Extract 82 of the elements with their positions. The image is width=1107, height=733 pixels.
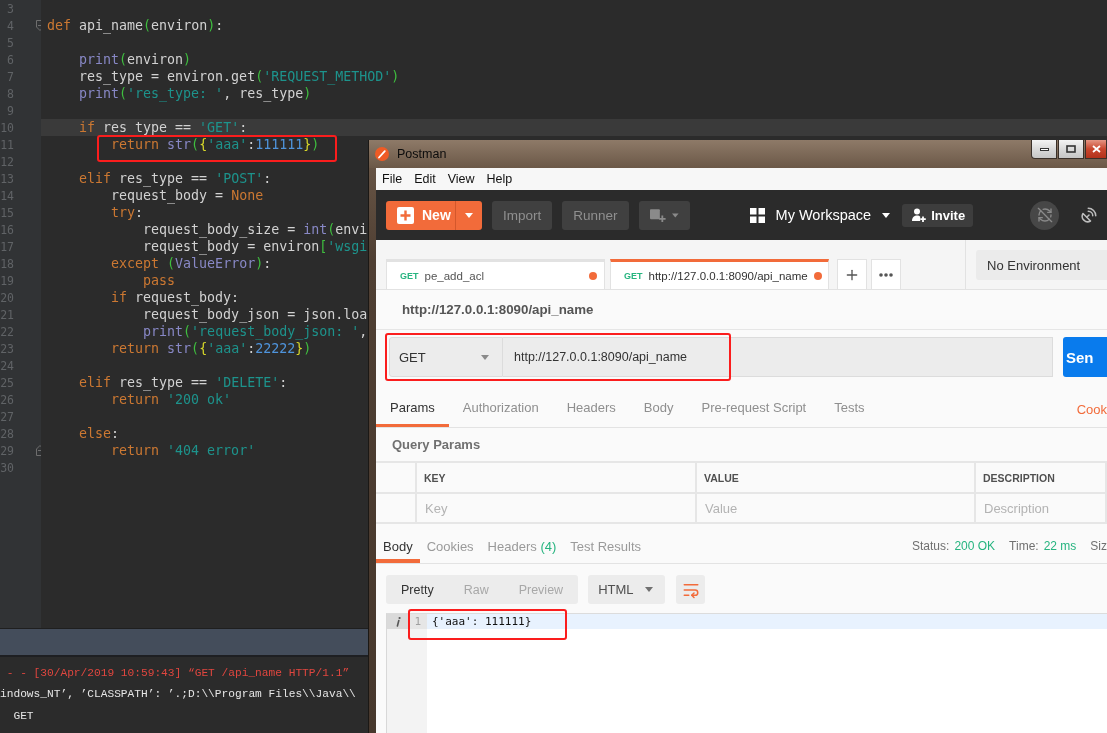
caret-icon: [671, 212, 679, 218]
console-line: - - [30/Apr/2019 10:59:43] “GET /api_name HTTP/1.1”: [6, 666, 350, 679]
key-field[interactable]: Key: [417, 494, 697, 524]
code-line: request_body_json = json.loa: [143, 307, 368, 322]
method-dropdown[interactable]: GET: [389, 337, 503, 377]
caret-icon: [645, 587, 654, 592]
code-line: request_body = environ['wsgi: [143, 239, 368, 254]
section-title: Query Params: [392, 437, 481, 452]
window-title: Postman: [397, 147, 447, 161]
caret-icon: [465, 212, 473, 218]
code-line: return str({'aaa':22222}): [111, 341, 312, 356]
maximize-icon: [1066, 145, 1076, 153]
code-line: print('request_body_json: ',: [143, 324, 368, 339]
maximize-button[interactable]: [1058, 140, 1084, 159]
menu-item[interactable]: Help: [480, 172, 519, 186]
code-line: try:: [111, 205, 144, 220]
satellite-button[interactable]: [1080, 206, 1099, 224]
more-button[interactable]: [871, 259, 901, 289]
app-logo-icon: [375, 147, 389, 161]
sync-button[interactable]: [1030, 200, 1060, 230]
view-mode-tab[interactable]: Pretty: [386, 575, 449, 604]
caret-icon: [882, 212, 891, 218]
new-dropdown-button[interactable]: [455, 200, 482, 230]
satellite-icon: [1080, 206, 1099, 224]
code-line: elif res_type == 'DELETE':: [79, 375, 288, 390]
console-line: GET: [13, 709, 34, 722]
plus-icon: [397, 206, 414, 224]
request-tab[interactable]: GET http://127.0.0.1:8090/api_name: [610, 259, 829, 289]
code-line: else:: [79, 426, 120, 441]
column-header: KEY: [417, 463, 697, 494]
workspace-switcher[interactable]: My Workspace: [749, 200, 891, 230]
send-button[interactable]: Sen: [1063, 337, 1107, 377]
request-title: http://127.0.0.1:8090/api_name: [402, 302, 594, 317]
close-button[interactable]: [1085, 140, 1107, 159]
caret-icon: [481, 354, 489, 360]
code-line: res_type = environ.get('REQUEST_METHOD'): [79, 69, 400, 84]
grid-icon: [749, 207, 765, 223]
code-line: request_body_size = int(envi: [143, 222, 368, 237]
new-tab-button[interactable]: [837, 259, 867, 289]
meta-label: Time:: [1009, 539, 1039, 553]
menu-item[interactable]: Edit: [408, 172, 442, 186]
code-line: if request_body:: [111, 290, 240, 305]
window-plus-icon: [649, 206, 666, 224]
meta-value: 200 OK: [954, 539, 996, 553]
format-dropdown[interactable]: HTML: [588, 575, 666, 604]
url-field[interactable]: http://127.0.0.1:8090/api_name: [503, 337, 1053, 377]
code-line: def api_name(environ):: [47, 18, 224, 33]
meta-label: Status:: [912, 539, 950, 553]
meta-label: Siz: [1090, 539, 1107, 553]
user-plus-icon: [912, 208, 927, 222]
environment-dropdown[interactable]: No Environment: [976, 250, 1107, 280]
close-icon: [1091, 145, 1101, 153]
response-text: {'aaa': 111111}: [432, 614, 532, 629]
code-line: return str({'aaa':111111}): [111, 137, 320, 152]
code-line: pass: [143, 273, 176, 288]
request-tab[interactable]: GET pe_add_acl: [386, 259, 605, 289]
code-line: print('res_type: ', res_type): [79, 86, 312, 101]
menu-item[interactable]: File: [376, 172, 409, 186]
more-icon: [879, 272, 893, 277]
code-line: except (ValueError):: [111, 256, 272, 271]
invite-button[interactable]: Invite: [902, 203, 974, 227]
wrap-button[interactable]: [676, 575, 706, 604]
code-line: if res type == 'GET':: [79, 120, 248, 135]
new-window-button[interactable]: [638, 200, 690, 230]
line-number: 1: [410, 614, 427, 629]
meta-value: 22 ms: [1043, 539, 1077, 553]
minimize-button[interactable]: [1031, 140, 1057, 159]
menu-item[interactable]: View: [441, 172, 481, 186]
column-header: DESCRIPTION: [976, 463, 1107, 494]
code-line: print(environ): [79, 52, 192, 67]
description-field[interactable]: Description: [976, 494, 1107, 524]
section-tab[interactable]: Params: [376, 391, 449, 427]
column-header: VALUE: [697, 463, 976, 494]
console-line: indows_NT’, ’CLASSPATH’: ’.;D:\\Program Files\\Java\\: [0, 688, 356, 701]
code-line: return '404 error': [111, 443, 256, 458]
code-line: request_body = None: [111, 188, 264, 203]
minimize-icon: [1039, 147, 1049, 151]
sync-off-icon: [1036, 207, 1053, 223]
response-tab[interactable]: Body: [376, 533, 420, 563]
value-field[interactable]: Value: [697, 494, 976, 524]
code-line: return '200 ok': [111, 392, 232, 407]
code-line: elif res_type == 'POST':: [79, 171, 272, 186]
